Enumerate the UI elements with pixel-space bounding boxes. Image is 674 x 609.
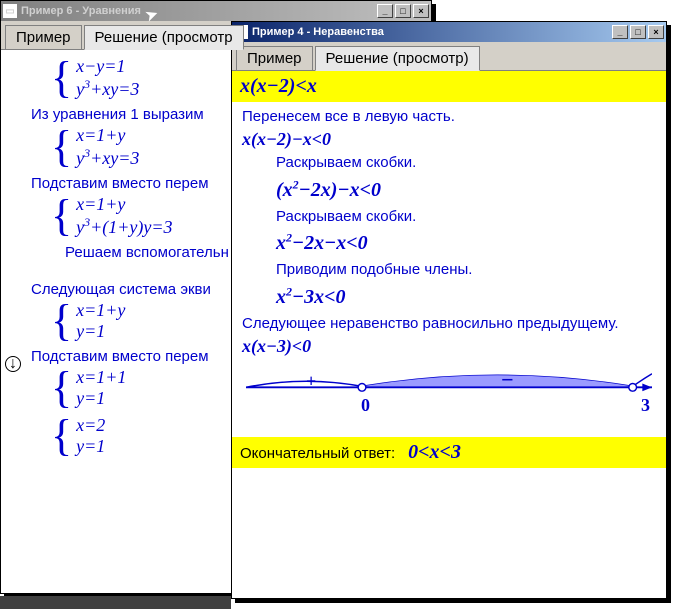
eq-row: x=1+y (76, 300, 125, 321)
tabs-inequalities: Пример Решение (просмотр) (232, 42, 666, 71)
problem-statement: x(x−2)<x (232, 71, 666, 102)
window-inequalities: ▭ Пример 4 - Неравенства _ □ × Пример Ре… (231, 21, 667, 599)
eq-row: y3+xy=3 (76, 146, 139, 169)
collapse-arrow-icon[interactable]: ↓ (5, 356, 21, 372)
step-text: Следующее неравенство равносильно предыд… (242, 315, 656, 332)
eq-row: y3+(1+y)y=3 (76, 215, 172, 238)
equation: (x2−2x)−x<0 (276, 177, 656, 202)
app-icon: ▭ (3, 4, 17, 18)
eq-row: x=2 (76, 415, 105, 436)
solution-scroll[interactable]: x(x−2)<x Перенесем все в левую часть. x(… (232, 71, 666, 598)
sign-plus: + (306, 371, 316, 392)
brace-icon: { (51, 60, 72, 95)
maximize-button[interactable]: □ (395, 4, 411, 18)
bottom-band (0, 596, 231, 609)
titlebar-inequalities[interactable]: ▭ Пример 4 - Неравенства _ □ × (232, 22, 666, 42)
tab-problem[interactable]: Пример (236, 46, 313, 70)
close-button[interactable]: × (648, 25, 664, 39)
brace-icon: { (51, 303, 72, 338)
eq-row: y=1 (76, 321, 125, 342)
tick-label: 3 (641, 395, 650, 416)
tab-solution[interactable]: Решение (просмотр (84, 25, 244, 50)
equation: x2−3x<0 (276, 284, 656, 309)
step-text: Перенесем все в левую часть. (242, 108, 656, 125)
step-text: Раскрываем скобки. (276, 208, 656, 225)
sign-minus: − (501, 367, 514, 393)
eq-row: x=1+y (76, 194, 172, 215)
eq-row: x=1+y (76, 125, 139, 146)
eq-row: y3+xy=3 (76, 77, 139, 100)
step-text: Приводим подобные члены. (276, 261, 656, 278)
titlebar-equations[interactable]: ▭ Пример 6 - Уравнения _ □ × (1, 1, 431, 21)
eq-row: x=1+1 (76, 367, 126, 388)
equation: x(x−2)−x<0 (242, 129, 656, 150)
window-title: Пример 4 - Неравенства (252, 26, 612, 38)
number-line: + − 0 3 (246, 367, 652, 427)
tick-label: 0 (361, 395, 370, 416)
answer-label: Окончательный ответ: (240, 445, 395, 462)
close-button[interactable]: × (413, 4, 429, 18)
content-inequalities: x(x−2)<x Перенесем все в левую часть. x(… (232, 71, 666, 598)
minimize-button[interactable]: _ (377, 4, 393, 18)
brace-icon: { (51, 418, 72, 453)
equation: x2−2x−x<0 (276, 231, 656, 256)
tab-problem[interactable]: Пример (5, 25, 82, 49)
titlebar-buttons: _ □ × (377, 4, 429, 18)
answer-value: 0<x<3 (408, 441, 461, 463)
eq-row: y=1 (76, 436, 105, 457)
tab-solution[interactable]: Решение (просмотр) (315, 46, 480, 71)
window-title: Пример 6 - Уравнения (21, 5, 377, 17)
equation: x(x−3)<0 (242, 336, 656, 357)
brace-icon: { (51, 370, 72, 405)
eq-row: y=1 (76, 388, 126, 409)
titlebar-buttons: _ □ × (612, 25, 664, 39)
step-text: Раскрываем скобки. (276, 154, 656, 171)
brace-icon: { (51, 198, 72, 233)
maximize-button[interactable]: □ (630, 25, 646, 39)
final-answer: Окончательный ответ: 0<x<3 (232, 437, 666, 468)
minimize-button[interactable]: _ (612, 25, 628, 39)
eq-row: x−y=1 (76, 56, 139, 77)
brace-icon: { (51, 129, 72, 164)
